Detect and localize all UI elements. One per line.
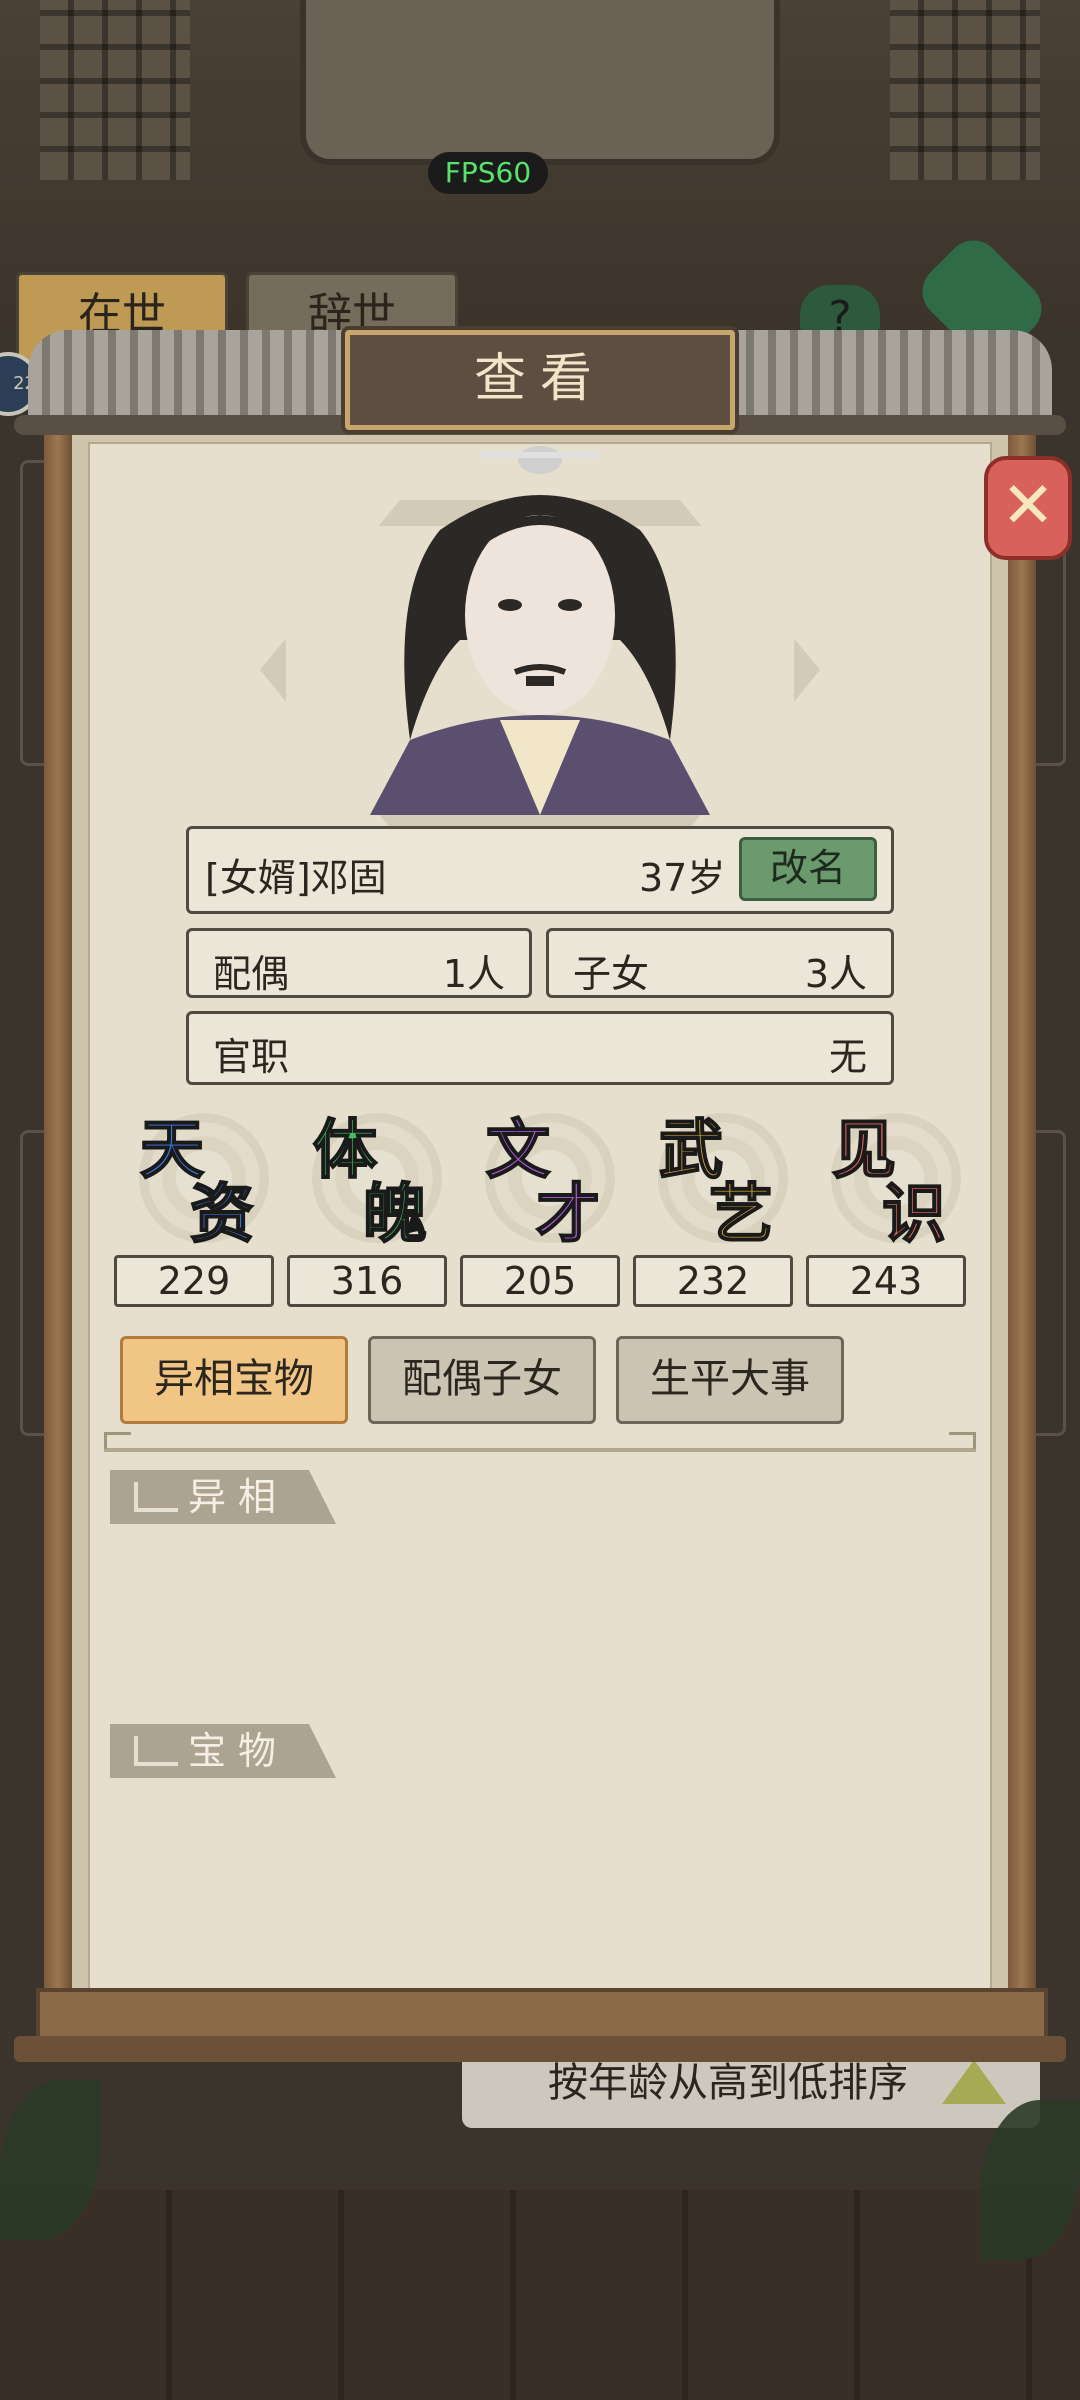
lattice-window-left [40, 0, 190, 180]
tab-traits-treasures[interactable]: 异相宝物 [120, 1336, 348, 1424]
section-pattern-icon [134, 1482, 178, 1512]
section-divider [104, 1432, 976, 1452]
attribute-value: 232 [633, 1255, 793, 1307]
office-value: 无 [828, 1035, 867, 1079]
office-row: 官职 无 [186, 1011, 894, 1085]
section-title: 宝物 [188, 1729, 289, 1773]
painting-window [300, 0, 780, 165]
sort-label: 按年龄从高到低排序 [548, 2060, 908, 2106]
section-pattern-icon [134, 1736, 178, 1766]
section-title: 异相 [188, 1475, 289, 1519]
sort-triangle-icon [942, 2060, 1006, 2104]
attribute-char: 魄 [362, 1176, 428, 1253]
spouse-label: 配偶 [213, 952, 290, 996]
attribute-talent: 天 资 229 [114, 1105, 274, 1315]
dialog-title: 查看 [473, 349, 606, 409]
wooden-floor [0, 2190, 1080, 2400]
dialog-title-plate: 查看 [345, 330, 735, 430]
section-treasures: 宝物 [110, 1724, 336, 1778]
attribute-value: 243 [806, 1255, 966, 1307]
attribute-char: 艺 [708, 1176, 774, 1253]
person-name: [女婿]邓固 [205, 856, 387, 900]
office-label: 官职 [213, 1035, 290, 1079]
attribute-value: 205 [460, 1255, 620, 1307]
dialog-post-right [1008, 430, 1036, 2030]
attribute-char: 资 [189, 1176, 255, 1253]
tab-life-events[interactable]: 生平大事 [616, 1336, 844, 1424]
person-age: 37岁 [639, 856, 726, 900]
children-row: 子女 3人 [546, 928, 894, 998]
dialog-bottom-base [14, 2036, 1066, 2062]
close-icon: ✕ [1001, 469, 1055, 543]
lattice-window-right [890, 0, 1040, 180]
children-label: 子女 [573, 952, 650, 996]
close-button[interactable]: ✕ [984, 456, 1072, 560]
character-portrait [370, 446, 710, 815]
attribute-value: 316 [287, 1255, 447, 1307]
attribute-literary: 文 才 205 [460, 1105, 620, 1315]
section-traits: 异相 [110, 1470, 336, 1524]
attribute-martial: 武 艺 232 [633, 1105, 793, 1315]
attribute-knowledge: 见 识 243 [806, 1105, 966, 1315]
name-row: [女婿]邓固 37岁 改名 [186, 826, 894, 914]
attribute-physique: 体 魄 316 [287, 1105, 447, 1315]
children-value: 3人 [804, 952, 867, 996]
spouse-value: 1人 [442, 952, 505, 996]
tab-spouse-children[interactable]: 配偶子女 [368, 1336, 596, 1424]
spouse-row: 配偶 1人 [186, 928, 532, 998]
attribute-char: 识 [881, 1176, 947, 1253]
dialog-post-left [44, 430, 72, 2030]
fps-counter: FPS60 [428, 152, 548, 194]
attribute-char: 才 [535, 1176, 601, 1253]
rename-button[interactable]: 改名 [739, 837, 877, 901]
attribute-value: 229 [114, 1255, 274, 1307]
